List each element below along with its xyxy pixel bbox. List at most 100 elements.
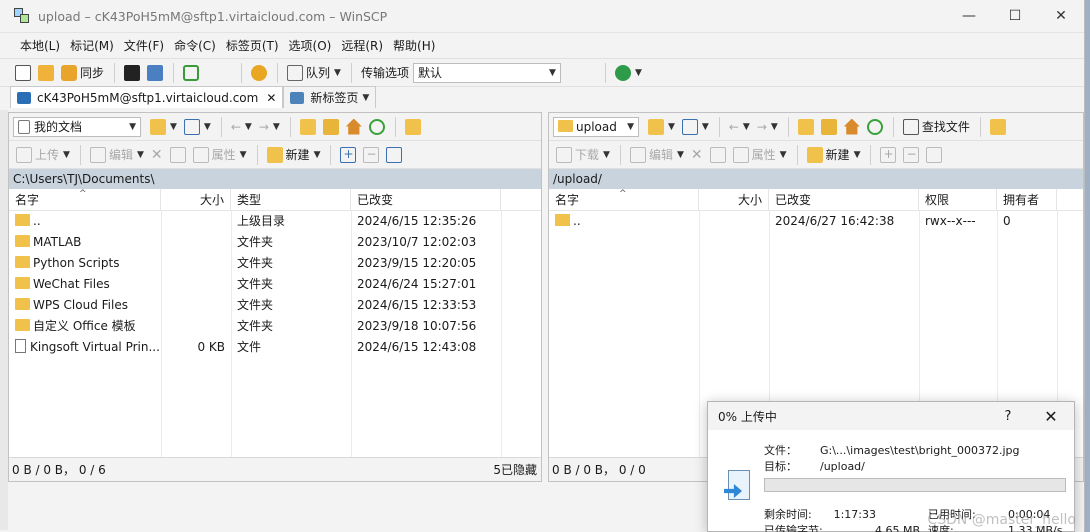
local-edit-button[interactable]: 编辑 ▼ <box>87 144 147 166</box>
queue-button[interactable]: 队列 ▼ <box>284 62 344 84</box>
transfer-preset-select[interactable]: 默认 ▼ <box>412 62 561 83</box>
filter-icon <box>681 118 698 135</box>
cell-size <box>161 232 231 253</box>
cell-name: .. <box>549 211 699 232</box>
remote-edit-button[interactable]: 编辑 ▼ <box>627 144 687 166</box>
local-root-dir-button[interactable] <box>320 116 342 138</box>
upload-button[interactable]: 上传 ▼ <box>13 144 73 166</box>
compare-directories-button[interactable] <box>12 62 34 84</box>
open-terminal-button[interactable] <box>121 62 143 84</box>
pencil-icon <box>89 146 106 163</box>
col-changed[interactable]: 已改变 <box>769 189 919 210</box>
remote-find-button[interactable] <box>987 116 1009 138</box>
local-back-button[interactable]: ← ▼ <box>228 116 255 138</box>
putty-button[interactable] <box>144 62 166 84</box>
transfer-settings-button[interactable]: ▼ <box>612 62 645 84</box>
col-size[interactable]: 大小 <box>699 189 769 210</box>
tab-session[interactable]: cK43PoH5mM@sftp1.virtaicloud.com ✕ <box>10 86 284 108</box>
remote-filter-select-button[interactable] <box>923 144 945 166</box>
cell-owner: 0 <box>1003 214 1011 228</box>
table-row[interactable]: 自定义 Office 模板 文件夹 2023/9/18 10:07:56 <box>9 316 541 337</box>
col-type[interactable]: 类型 <box>231 189 351 210</box>
table-row[interactable]: .. 2024/6/27 16:42:38 rwx--x--- 0 <box>549 211 1083 232</box>
remote-location-select[interactable]: upload ▼ <box>553 116 639 137</box>
sync-icon <box>61 64 77 81</box>
remote-home-button[interactable] <box>841 116 863 138</box>
table-row[interactable]: Kingsoft Virtual Prin... 0 KB 文件 2024/6/15 … <box>9 337 541 358</box>
menu-options[interactable]: 选项(O) <box>284 37 337 54</box>
menu-help[interactable]: 帮助(H) <box>388 37 440 54</box>
remote-root-dir-button[interactable] <box>818 116 840 138</box>
remote-forward-button[interactable]: → ▼ <box>754 116 781 138</box>
table-row[interactable]: .. 上级目录 2024/6/15 12:35:26 <box>9 211 541 232</box>
menu-remote[interactable]: 远程(R) <box>336 37 388 54</box>
table-row[interactable]: WeChat Files 文件夹 2024/6/24 15:27:01 <box>9 274 541 295</box>
help-button[interactable]: ? <box>988 409 1028 424</box>
remote-back-button[interactable]: ← ▼ <box>726 116 753 138</box>
folder-open-icon <box>648 118 664 135</box>
remote-rename-button[interactable] <box>707 144 729 166</box>
col-size[interactable]: 大小 <box>161 189 231 210</box>
local-forward-button[interactable]: → ▼ <box>256 116 283 138</box>
col-rights[interactable]: 权限 <box>919 189 997 210</box>
synchronize-button[interactable]: 同步 <box>58 62 107 84</box>
remote-parent-dir-button[interactable] <box>795 116 817 138</box>
remote-new-button[interactable]: 新建 ▼ <box>804 144 864 166</box>
synchronize-browsing-button[interactable] <box>35 62 57 84</box>
cell-changed: 2024/6/24 15:27:01 <box>357 277 477 291</box>
local-home-button[interactable] <box>343 116 365 138</box>
remote-select-all-button[interactable]: + <box>877 144 899 166</box>
col-owner[interactable]: 拥有者 <box>997 189 1057 210</box>
maximize-button[interactable]: ☐ <box>992 0 1038 32</box>
remote-open-folder-button[interactable]: ▼ <box>645 116 678 138</box>
local-file-list[interactable]: 名字 ^ 大小 类型 已改变 .. 上级目录 2024/6/15 12:35:26 MA… <box>9 189 541 459</box>
preferences-button[interactable] <box>248 62 270 84</box>
local-new-button[interactable]: 新建 ▼ <box>264 144 324 166</box>
col-name[interactable]: 名字 ^ <box>549 189 699 210</box>
local-delete-button[interactable]: ✕ <box>148 144 166 166</box>
remote-filter-button[interactable]: ▼ <box>679 116 712 138</box>
refresh-session-button[interactable] <box>180 62 202 84</box>
local-rename-button[interactable] <box>167 144 189 166</box>
menu-command[interactable]: 命令(C) <box>169 37 221 54</box>
local-filter-select-button[interactable] <box>383 144 405 166</box>
remote-delete-button[interactable]: ✕ <box>688 144 706 166</box>
delete-icon: ✕ <box>690 146 703 163</box>
local-location-select[interactable]: 我的文档 ▼ <box>13 116 141 137</box>
local-open-folder-button[interactable]: ▼ <box>147 116 180 138</box>
cell-name: .. <box>9 211 161 232</box>
col-name[interactable]: 名字 ^ <box>9 189 161 210</box>
find-files-button[interactable]: 查找文件 <box>900 116 973 138</box>
remote-refresh-button[interactable] <box>864 116 886 138</box>
menu-file[interactable]: 文件(F) <box>119 37 169 54</box>
local-select-all-button[interactable]: + <box>337 144 359 166</box>
close-tab-icon[interactable]: ✕ <box>266 91 276 105</box>
tab-new[interactable]: 新标签页 ▼ <box>283 86 377 108</box>
table-row[interactable]: WPS Cloud Files 文件夹 2024/6/15 12:33:53 <box>9 295 541 316</box>
remote-path: /upload/ <box>549 169 1083 189</box>
menu-mark[interactable]: 标记(M) <box>65 37 119 54</box>
new-folder-icon <box>806 146 823 163</box>
close-window-button[interactable]: ✕ <box>1038 0 1084 32</box>
table-row[interactable]: Python Scripts 文件夹 2023/9/15 12:20:05 <box>9 253 541 274</box>
local-filter-button[interactable]: ▼ <box>181 116 214 138</box>
menu-local[interactable]: 本地(L) <box>15 37 65 54</box>
col-changed[interactable]: 已改变 <box>351 189 501 210</box>
download-button[interactable]: 下载 ▼ <box>553 144 613 166</box>
local-properties-button[interactable]: 属性 ▼ <box>190 144 250 166</box>
local-deselect-button[interactable]: − <box>360 144 382 166</box>
parent-folder-icon <box>797 118 814 135</box>
remote-deselect-button[interactable]: − <box>900 144 922 166</box>
minimize-button[interactable]: — <box>946 0 992 32</box>
menu-tabs[interactable]: 标签页(T) <box>221 37 284 54</box>
table-row[interactable]: MATLAB 文件夹 2023/10/7 12:02:03 <box>9 232 541 253</box>
upload-file-icon <box>724 470 754 504</box>
filter-select-icon <box>926 146 943 163</box>
delete-icon: ✕ <box>150 146 163 163</box>
local-find-button[interactable] <box>402 116 424 138</box>
remote-properties-button[interactable]: 属性 ▼ <box>730 144 790 166</box>
main-toolbar: 同步 队列 ▼ 传输选项 默认 ▼ ▼ <box>0 58 1084 86</box>
local-refresh-button[interactable] <box>366 116 388 138</box>
local-parent-dir-button[interactable] <box>297 116 319 138</box>
dialog-close-button[interactable]: ✕ <box>1028 407 1074 426</box>
